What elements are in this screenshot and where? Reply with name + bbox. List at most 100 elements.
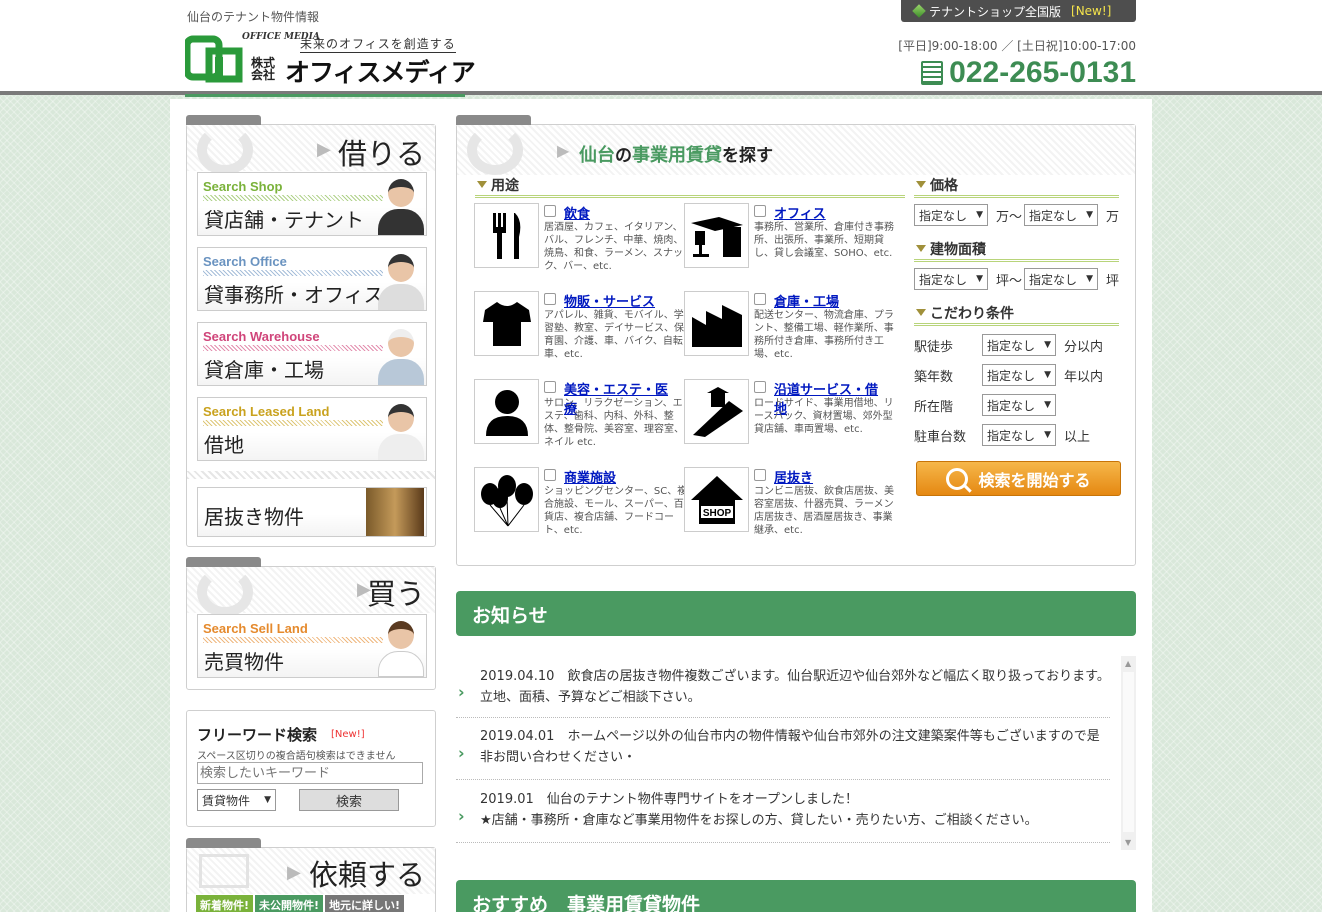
parking-select[interactable]: 指定なし ▼ <box>982 424 1056 446</box>
card-stripe <box>203 420 383 426</box>
office-desk-icon <box>684 203 749 268</box>
cube-icon <box>912 4 926 18</box>
price-from-select[interactable]: 指定なし ▼ <box>914 204 988 226</box>
condition-label: 駅徒歩 <box>914 340 954 355</box>
area-to-select[interactable]: 指定なし ▼ <box>1024 268 1098 290</box>
scroll-thumb[interactable] <box>1123 672 1134 832</box>
freeword-new-badge: [New!] <box>331 729 365 740</box>
card-en-label: Search Shop <box>203 179 283 194</box>
scroll-up-icon[interactable]: ▲ <box>1125 659 1131 668</box>
card-search-shop[interactable]: Search Shop 貸店舗・テナント <box>197 172 427 236</box>
category-endou[interactable]: 沿道サービス・借地 ロードサイド、事業用借地、リースバック、資材置場、郊外型貸店… <box>684 379 894 447</box>
company-logo[interactable]: OFFICE MEDIA 未来のオフィスを創造する 株式会社 オフィスメディア <box>185 33 476 95</box>
news-list: 2019.04.10 飲食店の居抜き物件複数ございます。仙台駅近辺や仙台郊外など… <box>456 656 1136 850</box>
magnifier-decoration-icon <box>197 567 253 617</box>
area-to-value: 指定なし <box>1029 272 1078 287</box>
national-version-button[interactable]: テナントショップ全国版 [New!] <box>901 0 1136 22</box>
national-version-label: テナントショップ全国版 <box>929 4 1062 19</box>
card-stripe <box>203 637 383 643</box>
news-scrollbar[interactable]: ▲ ▼ <box>1121 656 1136 850</box>
category-biyou[interactable]: 美容・エステ・医療 サロン、リラクゼーション、エステ、歯科、内科、外科、整体、整… <box>474 379 684 448</box>
scroll-down-icon[interactable]: ▼ <box>1125 838 1131 847</box>
condition-label: 駐車台数 <box>914 430 967 445</box>
card-stripe <box>203 270 383 276</box>
category-office[interactable]: オフィス 事務所、営業所、倉庫付き事務所、出張所、事業所、短期貸し、貸し会議室、… <box>684 203 894 271</box>
category-checkbox[interactable] <box>754 381 766 393</box>
new-badge: [New!] <box>1071 4 1112 18</box>
category-label[interactable]: オフィス <box>774 203 826 222</box>
station-walk-select[interactable]: 指定なし ▼ <box>982 334 1056 356</box>
card-en-label: Search Warehouse <box>203 329 320 344</box>
price-to-select[interactable]: 指定なし ▼ <box>1024 204 1098 226</box>
freeword-title: フリーワード検索 <box>197 726 318 744</box>
phone-number[interactable]: 022-265-0131 <box>921 56 1136 90</box>
worker-photo <box>378 327 424 385</box>
arrow-icon: ▶ <box>317 139 331 160</box>
buy-box: ▶ 買う Search Sell Land 売買物件 <box>186 557 436 690</box>
start-search-button[interactable]: 検索を開始する <box>916 461 1121 496</box>
building-age-select[interactable]: 指定なし ▼ <box>982 364 1056 386</box>
tag-new-properties[interactable]: 新着物件! <box>196 895 254 912</box>
area-from-select[interactable]: 指定なし ▼ <box>914 268 988 290</box>
title-wosagasu: を探す <box>722 146 773 166</box>
card-search-office[interactable]: Search Office 貸事務所・オフィス <box>197 247 427 311</box>
category-desc: ロードサイド、事業用借地、リースバック、資材置場、郊外型貸店舗、車両置場、etc… <box>754 398 894 435</box>
category-souko[interactable]: 倉庫・工場 配送センター、物流倉庫、プラント、整備工場、軽作業所、事務所付き倉庫… <box>684 291 894 360</box>
freeword-search-button[interactable]: 検索 <box>299 789 399 811</box>
card-jp-label: 貸倉庫・工場 <box>204 358 324 382</box>
freeword-input[interactable] <box>197 762 423 784</box>
request-heading: 依頼する <box>308 858 425 892</box>
category-desc: 居酒屋、カフェ、イタリアン、バル、フレンチ、中華、焼肉、焼鳥、和食、ラーメン、ス… <box>544 222 684 272</box>
condition-label: 所在階 <box>914 400 954 415</box>
divider <box>187 471 435 479</box>
category-label[interactable]: 居抜き <box>774 467 813 486</box>
card-search-leased-land[interactable]: Search Leased Land 借地 <box>197 397 427 461</box>
box-tab <box>186 557 261 567</box>
category-desc: サロン、リラクゼーション、エステ、歯科、内科、外科、整体、整骨院、美容室、理容室… <box>544 398 684 448</box>
card-jp-label: 貸店舗・テナント <box>204 208 364 232</box>
freeword-type-select[interactable]: 賃貸物件 ▼ <box>197 789 276 811</box>
category-inuki[interactable]: SHOP 居抜き コンビニ居抜、飲食店居抜、美容室居抜、什器売買、ラーメン店居抜… <box>684 467 894 536</box>
category-checkbox[interactable] <box>754 205 766 217</box>
start-search-label: 検索を開始する <box>978 470 1091 490</box>
category-checkbox[interactable] <box>754 469 766 481</box>
shop-house-icon: SHOP <box>684 467 749 532</box>
category-shougyou[interactable]: 商業施設 ショッピングセンター、SC、複合施設、モール、スーパー、百貨店、複合店… <box>474 467 687 536</box>
category-desc: 事務所、営業所、倉庫付き事務所、出張所、事業所、短期貸し、貸し会議室、SOHO、… <box>754 222 894 259</box>
news-item[interactable]: 2019.01 仙台のテナント物件専門サイトをオープンしました！ ★店舗・事務所… <box>456 789 1110 843</box>
floor-select[interactable]: 指定なし ▼ <box>982 394 1056 416</box>
category-checkbox[interactable] <box>544 381 556 393</box>
price-unit-from: 万〜 <box>996 210 1023 225</box>
news-text: 仙台のテナント物件専門サイトをオープンしました！ <box>546 792 859 807</box>
category-checkbox[interactable] <box>754 293 766 305</box>
card-search-warehouse[interactable]: Search Warehouse 貸倉庫・工場 <box>197 322 427 386</box>
category-inshoku[interactable]: 飲食 居酒屋、カフェ、イタリアン、バル、フレンチ、中華、焼肉、焼鳥、和食、ラーメ… <box>474 203 683 272</box>
category-checkbox[interactable] <box>544 293 556 305</box>
freeword-note: スペース区切りの複合語句検索はできません <box>197 751 396 762</box>
category-desc: コンビニ居抜、飲食店居抜、美容室居抜、什器売買、ラーメン店居抜き、居酒屋居抜き、… <box>754 486 894 536</box>
news-item[interactable]: 2019.04.01 ホームページ以外の仙台市内の物件情報や仙台市郊外の注文建築… <box>456 726 1110 780</box>
phone-icon <box>921 61 944 85</box>
category-label[interactable]: 飲食 <box>564 203 590 222</box>
magnifier-decoration-icon <box>467 125 523 175</box>
card-search-sell-land[interactable]: Search Sell Land 売買物件 <box>197 614 427 678</box>
category-checkbox[interactable] <box>544 205 556 217</box>
condition-suffix: 分以内 <box>1064 340 1104 355</box>
category-label[interactable]: 商業施設 <box>564 467 616 486</box>
news-item[interactable]: 2019.04.10 飲食店の居抜き物件複数ございます。仙台駅近辺や仙台郊外など… <box>456 666 1110 718</box>
tag-local-expert[interactable]: 地元に詳しい! <box>325 895 405 912</box>
category-label[interactable]: 倉庫・工場 <box>774 291 839 310</box>
category-checkbox[interactable] <box>544 469 556 481</box>
chevron-down-icon: ▼ <box>976 274 983 284</box>
svg-text:SHOP: SHOP <box>702 508 731 519</box>
card-inuki[interactable]: 居抜き物件 <box>197 487 427 537</box>
arrow-icon: ▶ <box>557 141 570 160</box>
tag-unlisted-properties[interactable]: 未公開物件! <box>255 895 324 912</box>
category-buppan[interactable]: 物販・サービス アパレル、雑貨、モバイル、学習塾、教室、デイサービス、保育園、介… <box>474 291 684 360</box>
rent-heading: 借りる <box>337 137 425 171</box>
chevron-down-icon: ▼ <box>1044 400 1051 410</box>
news-text: ホームページ以外の仙台市内の物件情報や仙台市郊外の注文建築案件等もございますので… <box>480 729 1100 765</box>
category-label[interactable]: 物販・サービス <box>564 291 655 310</box>
fork-knife-icon <box>474 203 539 268</box>
logo-kabushiki: 株式会社 <box>251 56 276 82</box>
